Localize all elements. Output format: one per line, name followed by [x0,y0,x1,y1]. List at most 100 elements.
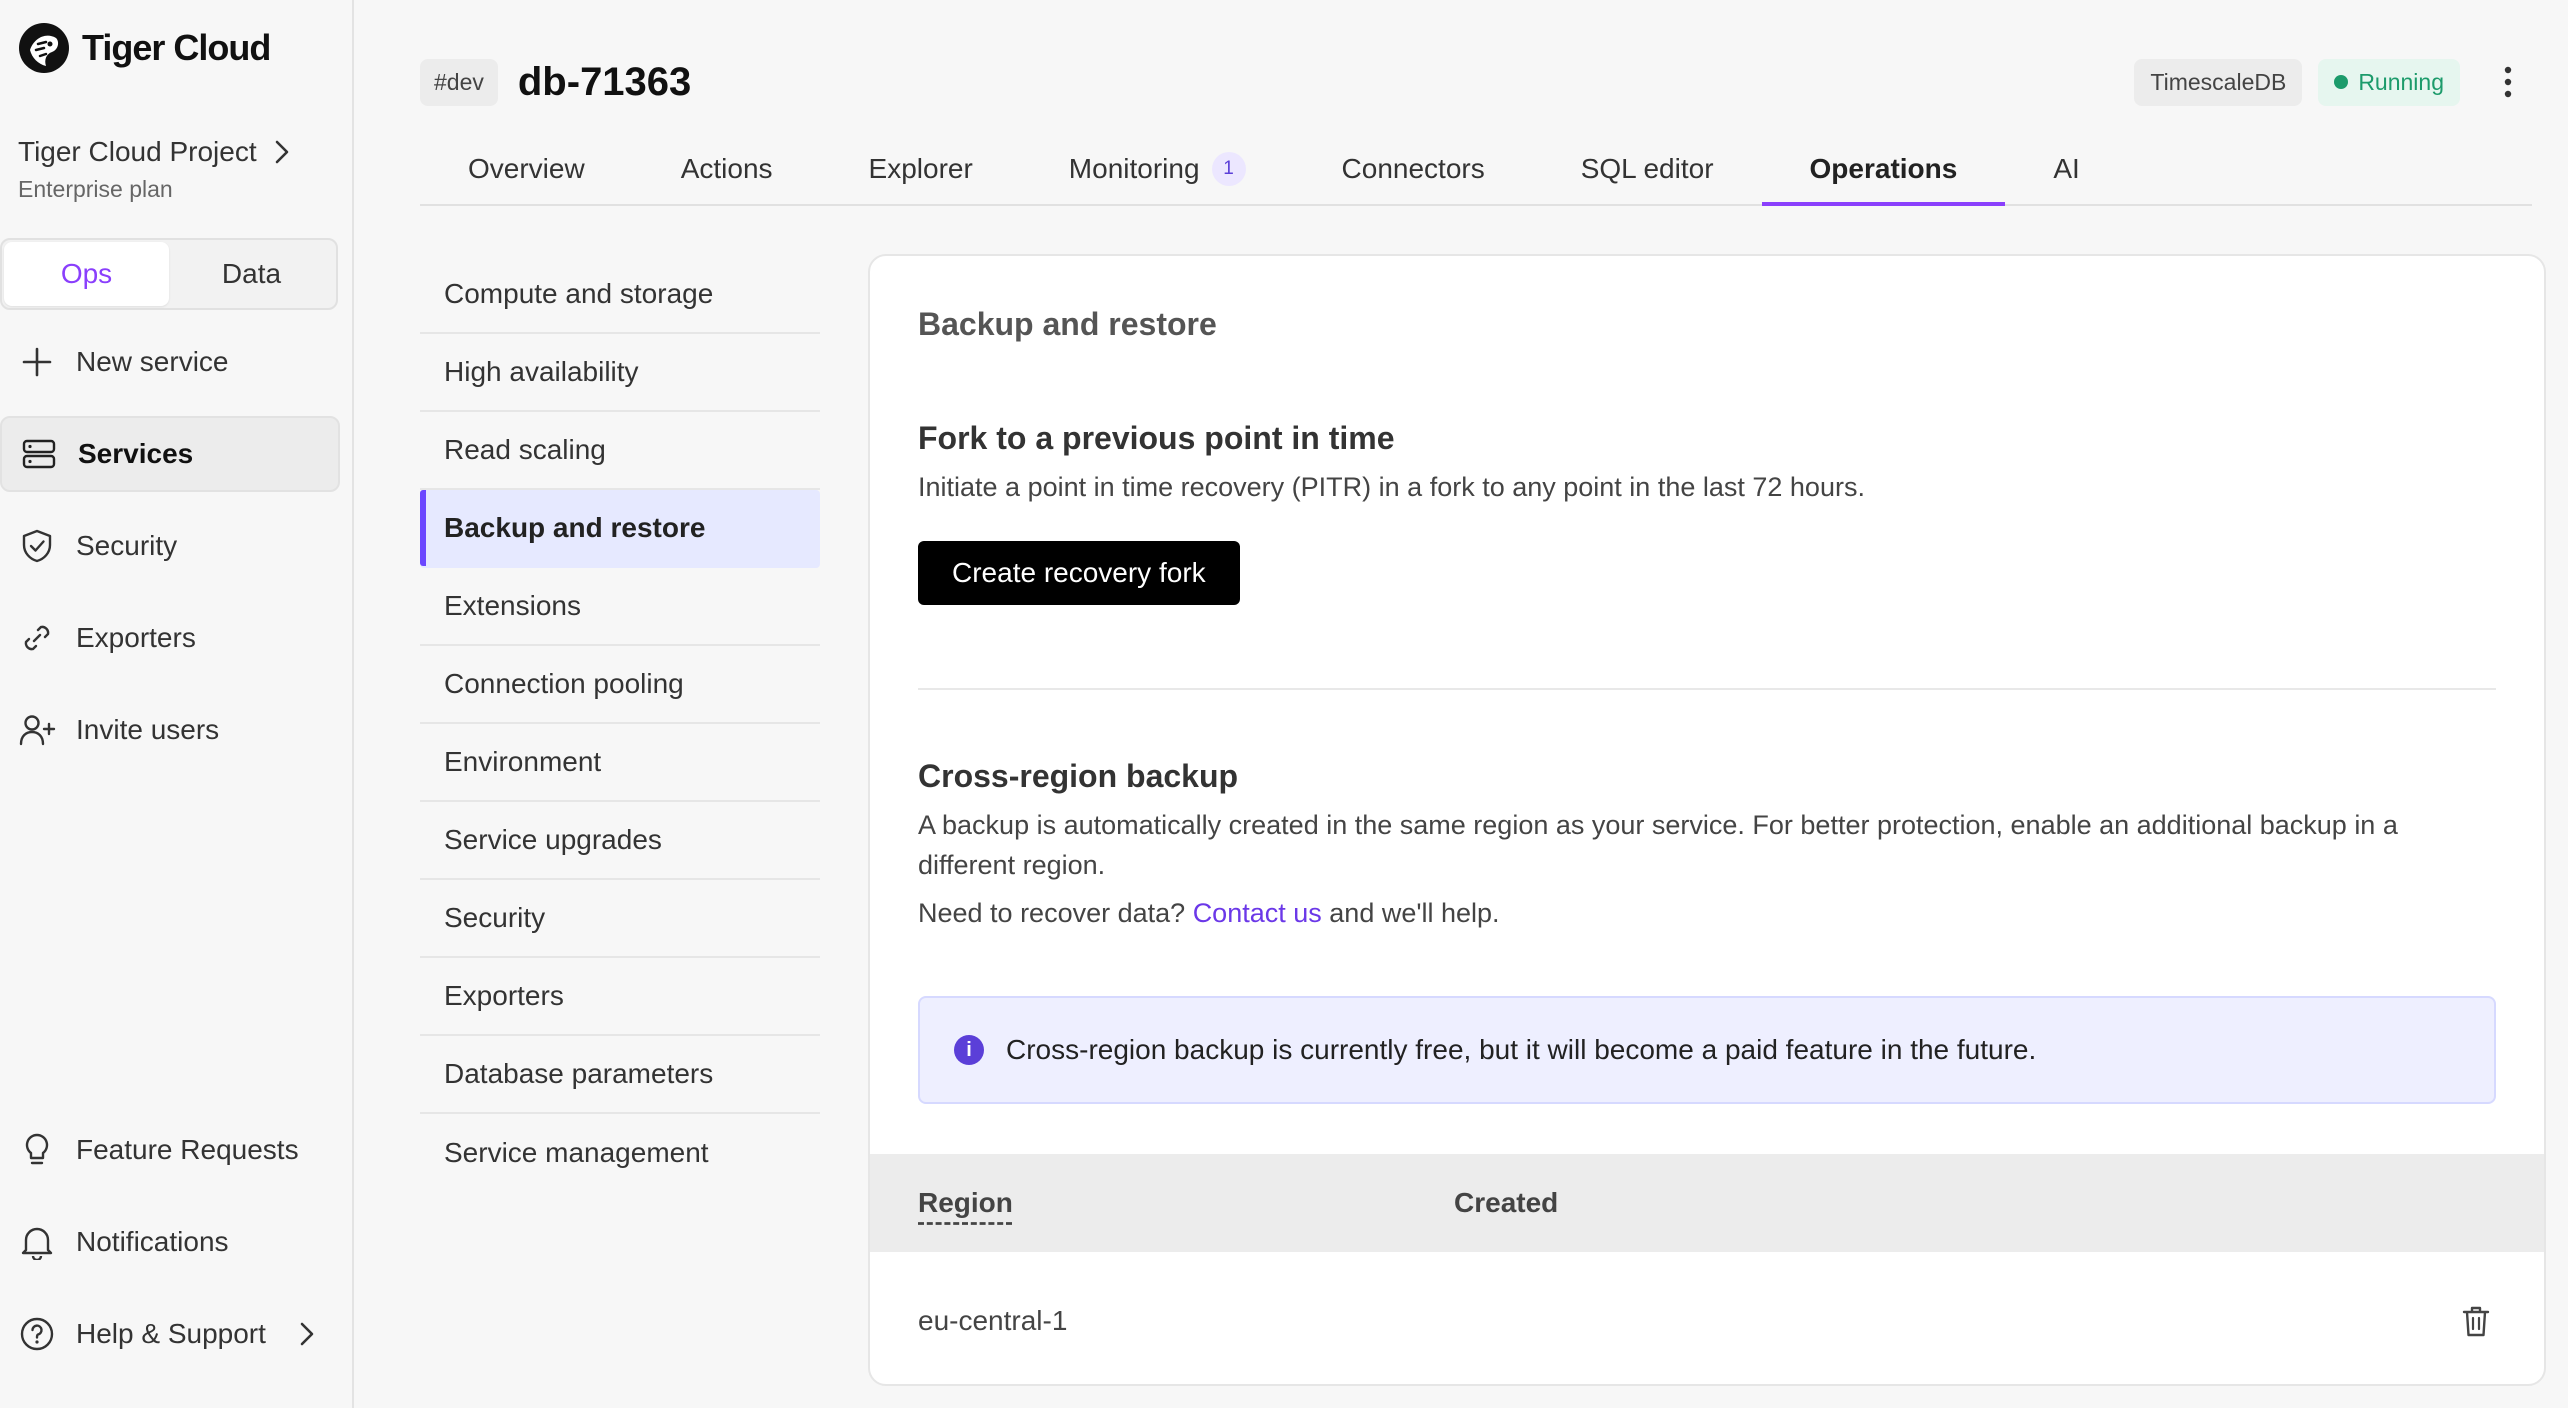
tab-ai[interactable]: AI [2005,134,2127,204]
tab-label: Monitoring [1068,153,1200,184]
sidebar-item-notifications[interactable]: Notifications [0,1204,340,1280]
help-circle-icon [18,1315,56,1353]
sidebar-item-feature-requests[interactable]: Feature Requests [0,1112,340,1188]
env-tag: #dev [420,58,498,106]
monitoring-count-badge: 1 [1211,152,1246,186]
tab-actions[interactable]: Actions [633,134,821,204]
region-cell: eu-central-1 [918,1305,1068,1336]
tab-connectors[interactable]: Connectors [1294,134,1533,204]
link-icon [18,619,56,657]
main-content: #dev db-71363 TimescaleDB Running Overvi… [356,0,2568,1408]
more-options-icon[interactable] [2484,58,2532,106]
project-plan: Enterprise plan [18,176,173,202]
tab-sql-editor[interactable]: SQL editor [1533,134,1762,204]
tab-monitoring[interactable]: Monitoring 1 [1021,134,1294,204]
tab-operations[interactable]: Operations [1761,134,2006,206]
tab-label: Overview [468,153,585,184]
info-icon: i [954,1035,984,1065]
tab-label: AI [2053,153,2080,184]
sidebar-item-label: Notifications [76,1226,229,1257]
info-text: Cross-region backup is currently free, b… [1006,1034,2037,1065]
submenu-item-compute-storage[interactable]: Compute and storage [420,256,820,334]
fork-section: Fork to a previous point in time Initiat… [918,420,2496,605]
tab-label: Operations [1809,153,1958,184]
cross-region-description: A backup is automatically created in the… [918,810,2398,880]
sidebar-item-security[interactable]: Security [0,508,340,584]
submenu-item-environment[interactable]: Environment [420,724,820,802]
submenu-item-connection-pooling[interactable]: Connection pooling [420,646,820,724]
table-header: Region Created [870,1154,2544,1252]
app-root: Tiger Cloud Tiger Cloud Project Enterpri… [0,0,2568,1408]
project-row[interactable]: Tiger Cloud Project [18,136,334,168]
sidebar-item-new-service[interactable]: New service [0,324,340,400]
sidebar-item-label: Exporters [76,622,196,653]
create-recovery-fork-button[interactable]: Create recovery fork [918,541,1240,605]
chevron-right-icon [300,1322,314,1346]
sidebar: Tiger Cloud Tiger Cloud Project Enterpri… [0,0,354,1408]
card-title: Backup and restore [918,306,1217,342]
sidebar-item-label: New service [76,346,229,377]
chevron-right-icon [275,140,288,164]
sidebar-item-label: Services [78,438,194,469]
backup-regions-table: Region Created eu-central-1 [870,1154,2544,1384]
recover-suffix: and we'll help. [1329,898,1500,928]
submenu-item-extensions[interactable]: Extensions [420,568,820,646]
cross-region-title: Cross-region backup [918,758,1239,794]
user-plus-icon [18,711,56,749]
submenu-item-service-upgrades[interactable]: Service upgrades [420,802,820,880]
lightbulb-icon [18,1131,56,1169]
submenu-item-database-parameters[interactable]: Database parameters [420,1036,820,1114]
column-header-region[interactable]: Region [918,1187,1454,1219]
brand-name: Tiger Cloud [82,27,271,68]
submenu-item-exporters[interactable]: Exporters [420,958,820,1036]
service-tabs: Overview Actions Explorer Monitoring 1 C… [420,134,2532,206]
section-divider [918,688,2496,690]
sidebar-item-label: Feature Requests [76,1134,299,1165]
status-badge: Running [2318,58,2460,106]
project-name: Tiger Cloud Project [18,136,257,167]
submenu-item-high-availability[interactable]: High availability [420,334,820,412]
submenu-item-service-management[interactable]: Service management [420,1114,820,1192]
db-type-badge: TimescaleDB [2134,58,2303,106]
sidebar-item-services[interactable]: Services [0,416,340,492]
sidebar-item-label: Invite users [76,714,220,745]
sidebar-item-label: Security [76,530,178,561]
recover-help-text: Need to recover data? Contact us and we'… [918,893,2496,933]
fork-title: Fork to a previous point in time [918,420,1395,456]
backup-restore-card: Backup and restore Fork to a previous po… [868,254,2546,1386]
trash-icon[interactable] [2456,1301,2496,1341]
sidebar-item-invite-users[interactable]: Invite users [0,692,340,768]
operations-submenu: Compute and storage High availability Re… [420,256,820,1192]
status-text: Running [2358,68,2444,95]
column-header-created: Created [1454,1187,1559,1218]
sidebar-item-help-support[interactable]: Help & Support [0,1296,340,1372]
sidebar-item-exporters[interactable]: Exporters [0,600,340,676]
tab-label: Explorer [868,153,973,184]
fork-description: Initiate a point in time recovery (PITR)… [918,472,1865,502]
sidebar-bottom-nav: Feature Requests Notifications Help & Su… [0,1112,340,1388]
recover-prefix: Need to recover data? [918,898,1186,928]
info-banner: i Cross-region backup is currently free,… [918,996,2496,1104]
tab-label: SQL editor [1580,153,1714,184]
tab-label: Connectors [1341,153,1485,184]
server-icon [20,435,58,473]
shield-check-icon [18,527,56,565]
cross-region-section: Cross-region backup A backup is automati… [918,758,2496,933]
table-row: eu-central-1 [870,1252,2544,1384]
bell-icon [18,1223,56,1261]
submenu-item-backup-restore[interactable]: Backup and restore [420,490,820,568]
plus-icon [18,343,56,381]
sidebar-item-label: Help & Support [76,1318,266,1349]
project-selector[interactable]: Tiger Cloud Project Enterprise plan [18,136,334,203]
mode-data-button[interactable]: Data [169,242,334,306]
service-header: #dev db-71363 TimescaleDB Running [420,54,2532,110]
status-dot-icon [2334,75,2349,89]
brand[interactable]: Tiger Cloud [16,20,271,76]
tab-explorer[interactable]: Explorer [821,134,1021,204]
tab-overview[interactable]: Overview [420,134,633,204]
submenu-item-read-scaling[interactable]: Read scaling [420,412,820,490]
sidebar-nav: New service Services Security Exporters [0,324,340,784]
mode-ops-button[interactable]: Ops [4,242,169,306]
submenu-item-security[interactable]: Security [420,880,820,958]
contact-us-link[interactable]: Contact us [1193,898,1322,928]
